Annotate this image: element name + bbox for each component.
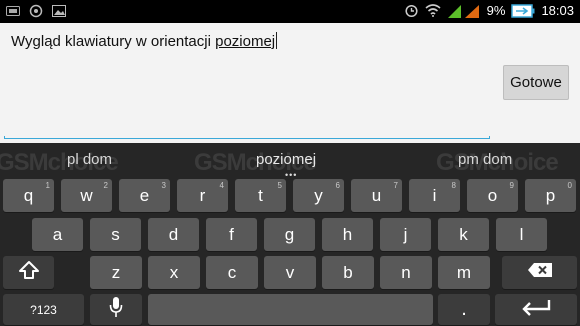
key-hint: 9 <box>509 181 514 190</box>
key-hint: 1 <box>45 181 50 190</box>
key-label: x <box>169 262 179 282</box>
notification-icons <box>6 4 66 18</box>
sim-icon <box>6 4 20 18</box>
key-g[interactable]: g <box>264 218 315 251</box>
key-label: c <box>227 262 237 282</box>
suggestion-center[interactable]: poziomej <box>256 151 316 168</box>
key-p[interactable]: p0 <box>525 179 576 212</box>
key-label: f <box>229 224 234 244</box>
text-cursor <box>276 32 278 49</box>
key-label: v <box>285 262 295 282</box>
key-label: n <box>401 262 411 282</box>
key-label: j <box>403 224 408 244</box>
system-indicators: 9% 18:03 <box>404 3 574 18</box>
mic-key[interactable] <box>90 294 142 325</box>
status-bar: 9% 18:03 <box>0 0 580 23</box>
enter-icon <box>520 298 552 321</box>
period-key[interactable]: . <box>438 294 490 325</box>
key-label: g <box>284 224 295 244</box>
shift-key[interactable] <box>3 256 54 289</box>
suggestion-strip: GSMchoice GSMchoice GSMchoice pl dom poz… <box>0 143 580 180</box>
clock: 18:03 <box>541 3 574 18</box>
text-content: Wygląd klawiatury w orientacji <box>11 33 216 50</box>
key-m[interactable]: m <box>438 256 490 289</box>
key-e[interactable]: e3 <box>119 179 170 212</box>
done-button[interactable]: Gotowe <box>503 65 569 100</box>
key-label: m <box>456 262 472 282</box>
key-hint: 2 <box>103 181 108 190</box>
key-label: y <box>314 185 323 205</box>
key-o[interactable]: o9 <box>467 179 518 212</box>
backspace-key[interactable] <box>502 256 577 289</box>
key-d[interactable]: d <box>148 218 199 251</box>
suggestion-right[interactable]: pm dom <box>458 151 512 168</box>
key-a[interactable]: a <box>32 218 83 251</box>
key-j[interactable]: j <box>380 218 431 251</box>
symbols-key[interactable]: ?123 <box>3 294 84 325</box>
key-label: w <box>80 185 93 205</box>
shift-icon <box>18 260 40 285</box>
key-label: l <box>519 224 524 244</box>
key-label: d <box>168 224 179 244</box>
alarm-icon <box>404 3 419 18</box>
suggestion-left[interactable]: pl dom <box>67 151 112 168</box>
signal-icon <box>447 3 481 18</box>
key-hint: 0 <box>567 181 572 190</box>
key-u[interactable]: u7 <box>351 179 402 212</box>
key-i[interactable]: i8 <box>409 179 460 212</box>
backspace-icon <box>527 262 553 283</box>
key-label: i <box>432 185 437 205</box>
battery-percent: 9% <box>486 3 506 18</box>
key-t[interactable]: t5 <box>235 179 286 212</box>
soft-keyboard: GSMchoice GSMchoice GSMchoice pl dom poz… <box>0 143 580 326</box>
key-c[interactable]: c <box>206 256 258 289</box>
key-h[interactable]: h <box>322 218 373 251</box>
key-l[interactable]: l <box>496 218 547 251</box>
key-label: q <box>23 185 34 205</box>
key-x[interactable]: x <box>148 256 200 289</box>
enter-key[interactable] <box>495 294 577 325</box>
key-k[interactable]: k <box>438 218 489 251</box>
key-label: t <box>258 185 263 205</box>
key-hint: 4 <box>219 181 224 190</box>
key-z[interactable]: z <box>90 256 142 289</box>
key-label: b <box>343 262 353 282</box>
text-field-underline <box>4 136 490 139</box>
key-v[interactable]: v <box>264 256 316 289</box>
key-label: a <box>52 224 63 244</box>
key-w[interactable]: w2 <box>61 179 112 212</box>
text-input-area[interactable]: Wygląd klawiatury w orientacji poziomej … <box>0 23 580 143</box>
key-label: s <box>111 224 120 244</box>
key-r[interactable]: r4 <box>177 179 228 212</box>
key-hint: 3 <box>161 181 166 190</box>
key-label: o <box>487 185 498 205</box>
key-hint: 7 <box>393 181 398 190</box>
key-hint: 8 <box>451 181 456 190</box>
key-label: r <box>199 185 206 205</box>
key-label: z <box>111 262 121 282</box>
mic-icon <box>109 296 123 323</box>
key-n[interactable]: n <box>380 256 432 289</box>
key-s[interactable]: s <box>90 218 141 251</box>
key-label: k <box>459 224 468 244</box>
key-label: h <box>342 224 353 244</box>
key-b[interactable]: b <box>322 256 374 289</box>
wifi-icon <box>425 4 441 17</box>
key-y[interactable]: y6 <box>293 179 344 212</box>
text-field[interactable]: Wygląd klawiatury w orientacji poziomej <box>11 32 278 50</box>
key-hint: 6 <box>335 181 340 190</box>
key-f[interactable]: f <box>206 218 257 251</box>
composing-word: poziomej <box>215 33 276 50</box>
battery-icon <box>511 3 535 18</box>
key-label: e <box>139 185 150 205</box>
key-hint: 5 <box>277 181 282 190</box>
whatsapp-icon <box>29 4 43 18</box>
key-label: p <box>545 185 556 205</box>
key-q[interactable]: q1 <box>3 179 54 212</box>
key-label: u <box>371 185 382 205</box>
gallery-icon <box>52 4 66 18</box>
space-key[interactable] <box>148 294 433 325</box>
